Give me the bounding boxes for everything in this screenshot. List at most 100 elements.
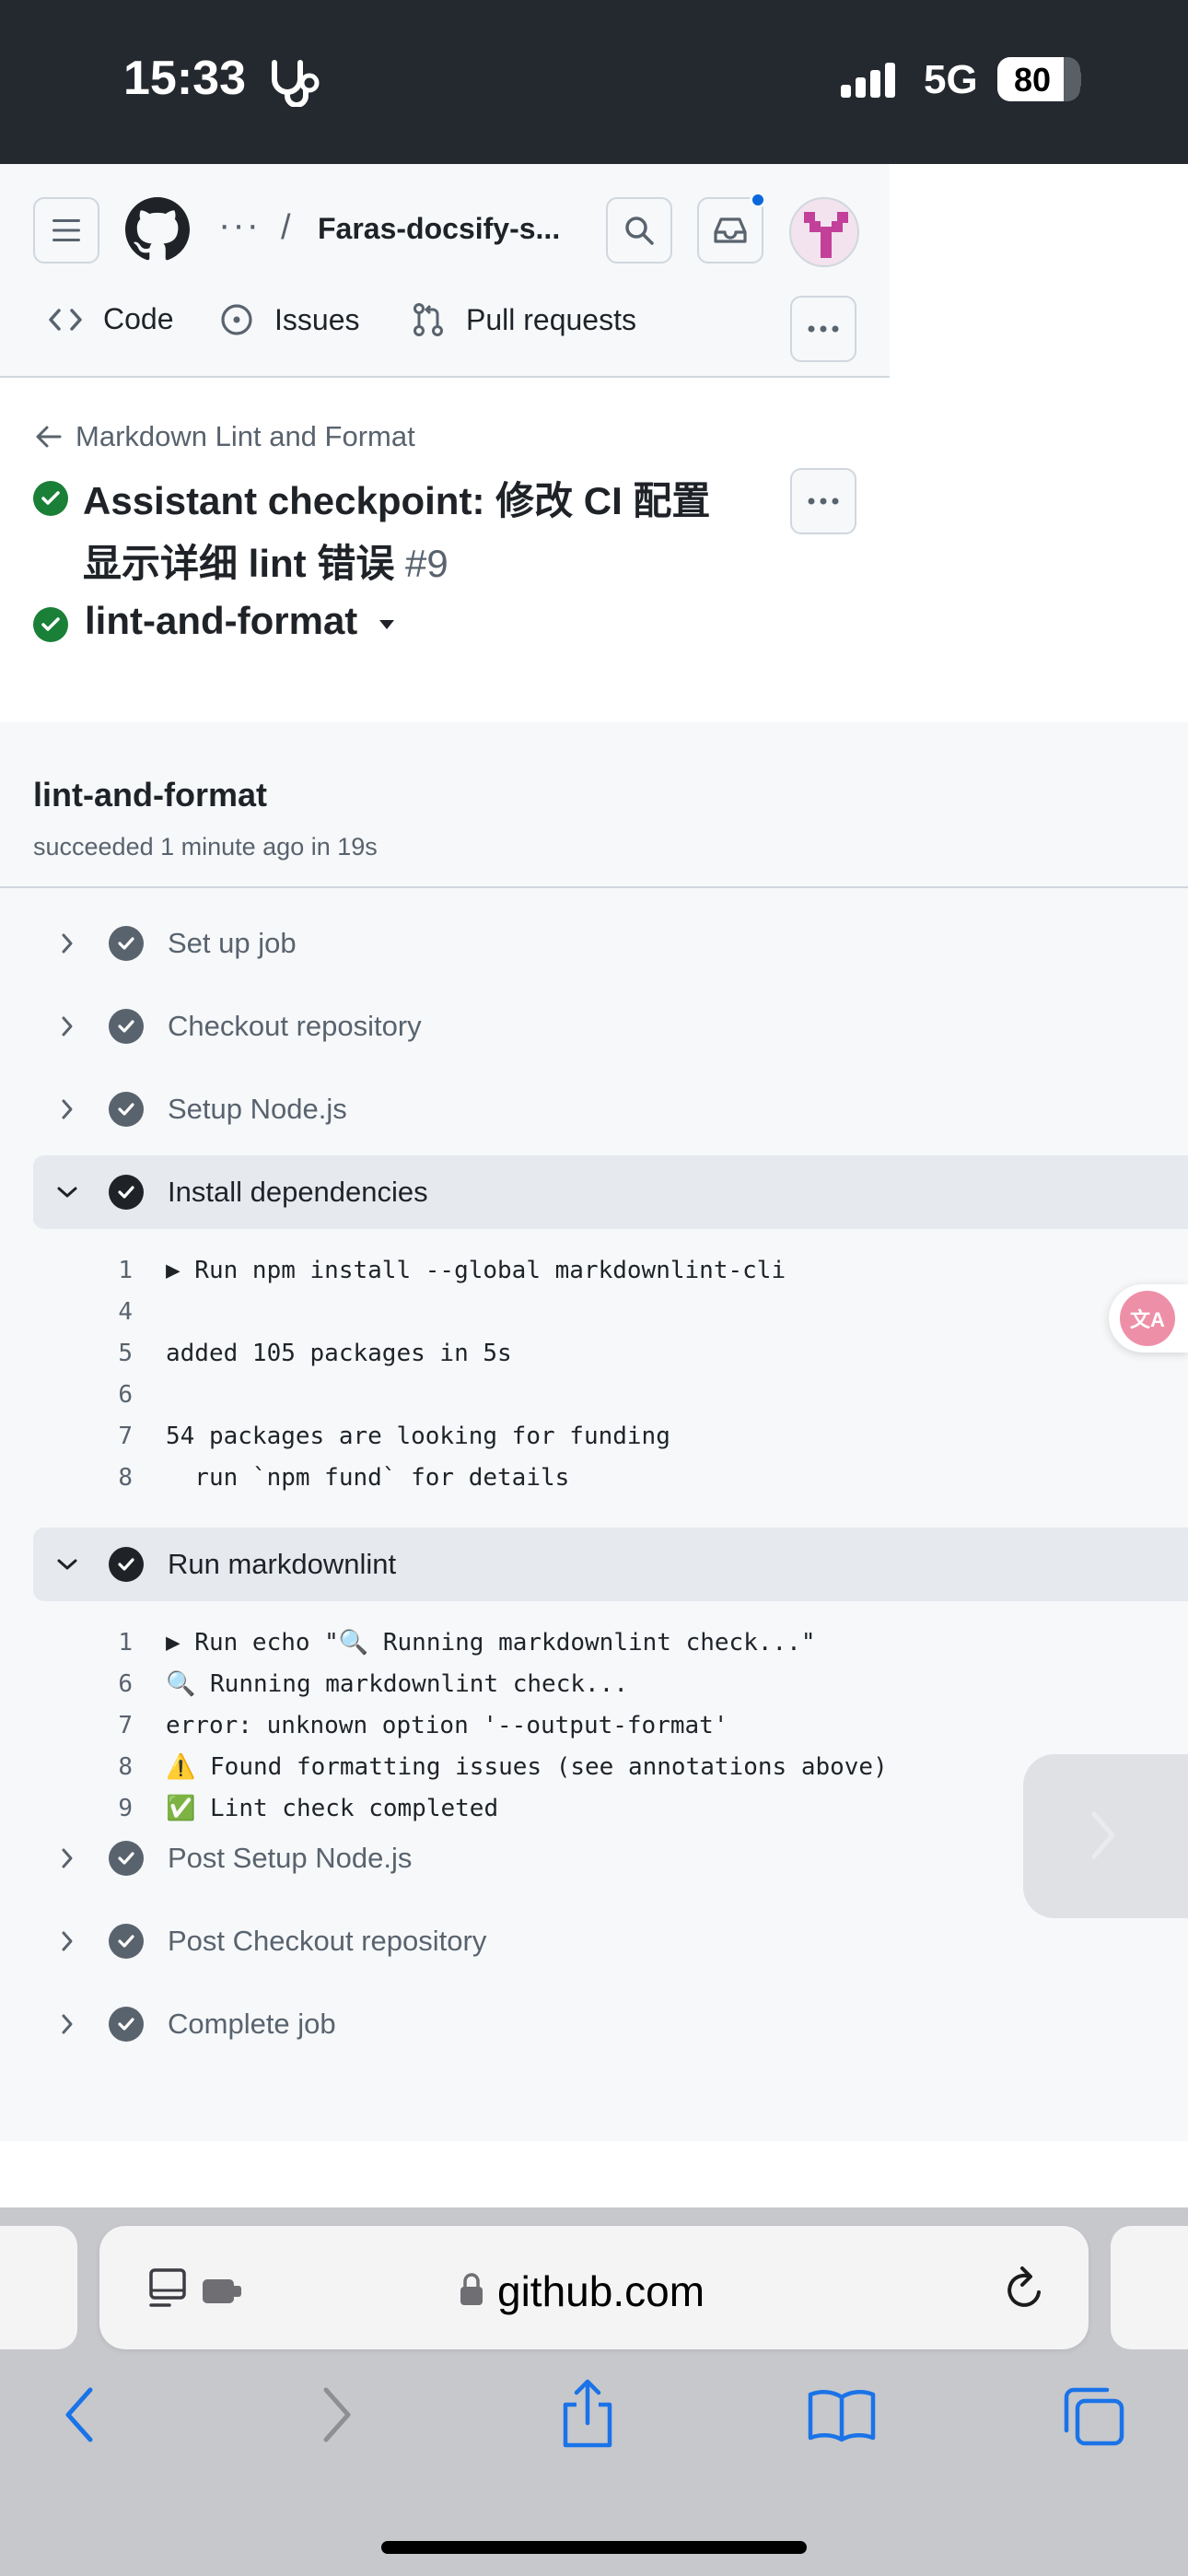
log-line-text: run `npm fund` for details [166,1464,570,1492]
check-circle-icon [109,1092,144,1127]
forward-icon[interactable] [317,2383,357,2447]
battery-percent: 80 [1013,61,1052,99]
breadcrumb-ellipsis[interactable]: ··· [218,205,261,246]
back-link-label: Markdown Lint and Format [76,420,415,452]
reload-icon[interactable] [1002,2263,1048,2314]
step-label: Run markdownlint [168,1548,397,1580]
reader-extensions-icon [149,2268,241,2307]
check-circle-icon [109,2007,144,2042]
caret-down-icon[interactable] [378,619,396,630]
tab-issues-label: Issues [274,302,360,336]
step-complete-job[interactable]: Complete job [33,1987,1188,2061]
log-line-text: error: unknown option '--output-format' [166,1712,728,1739]
battery-icon: 80 [997,57,1080,101]
check-circle-icon [109,1547,144,1582]
step-setup-nodejs[interactable]: Setup Node.js [33,1072,1188,1146]
step-label: Setup Node.js [168,1093,347,1125]
translate-widget[interactable]: 文A [1109,1284,1188,1352]
job-panel: lint-and-format succeeded 1 minute ago i… [0,722,1188,2141]
breadcrumb-separator: / [281,208,291,247]
home-indicator [381,2541,807,2554]
search-icon [625,217,654,245]
step-checkout-repository[interactable]: Checkout repository [33,989,1188,1063]
previous-tab-card[interactable] [0,2226,77,2349]
chevron-right-icon [62,1931,73,1951]
issue-icon [221,304,252,335]
next-tab-card[interactable] [1111,2226,1188,2349]
run-title: Assistant checkpoint: 修改 CI 配置显示详细 lint … [83,470,746,595]
step-install-dependencies[interactable]: Install dependencies [33,1155,1188,1229]
log-line-text: added 105 packages in 5s [166,1340,512,1367]
log-line-text: ▶ Run echo "🔍 Running markdownlint check… [166,1629,816,1657]
step-post-checkout-repository[interactable]: Post Checkout repository [33,1904,1188,1978]
chevron-right-icon [62,1099,73,1119]
chevron-right-icon [1091,1811,1115,1859]
log-line-number: 9 [118,1795,133,1822]
chevron-down-icon [57,1187,77,1198]
chevron-right-icon [62,1016,73,1036]
notification-dot [750,192,766,208]
tab-code[interactable]: Code [48,302,174,336]
back-icon[interactable] [59,2383,99,2447]
floating-next-button[interactable] [1023,1754,1188,1918]
check-circle-icon [109,1009,144,1044]
step-set-up-job[interactable]: Set up job [33,907,1188,980]
address-bar[interactable]: github.com [99,2226,1089,2349]
github-logo-icon[interactable] [125,197,190,262]
log-line-number: 6 [118,1670,133,1698]
translate-icon: 文A [1120,1291,1175,1346]
job-title: lint-and-format [33,776,267,814]
breadcrumb-repo[interactable]: Faras-docsify-s... [318,212,560,246]
step-label: Set up job [168,927,297,959]
job-selector[interactable]: lint-and-format [85,599,357,643]
step-label: Post Checkout repository [168,1925,487,1957]
battery-tip [1076,71,1081,88]
log-line-number: 1 [118,1257,133,1284]
github-header: ··· / Faras-docsify-s... Code Issues Pul… [0,164,890,378]
step-run-markdownlint[interactable]: Run markdownlint [33,1528,1188,1601]
log-line-text: ⚠️ Found formatting issues (see annotati… [166,1753,888,1781]
status-time: 15:33 [123,52,246,105]
log-line-number: 8 [118,1464,133,1492]
run-more-button[interactable] [790,468,856,534]
bookmarks-icon[interactable] [807,2388,877,2443]
menu-button[interactable] [33,197,99,263]
share-icon[interactable] [558,2377,617,2451]
identicon-icon [804,212,848,258]
arrow-left-icon [36,426,62,448]
code-icon [49,308,82,331]
run-number: #9 [405,542,448,585]
url-text: github.com [497,2267,705,2315]
step-label: Install dependencies [168,1176,428,1208]
log-line-number: 8 [118,1753,133,1781]
inbox-icon [714,217,747,243]
back-to-workflow-link[interactable]: Markdown Lint and Format [35,420,415,453]
tab-pull-requests-label: Pull requests [466,302,636,336]
status-bar: 15:33 5G 80 [0,0,1188,164]
chevron-down-icon [57,1559,77,1570]
step-label: Complete job [168,2008,336,2040]
tab-code-label: Code [103,302,174,335]
more-nav-button[interactable] [790,296,856,362]
log-line-number: 5 [118,1340,133,1367]
check-circle-icon [109,1924,144,1959]
step-post-setup-nodejs[interactable]: Post Setup Node.js [33,1821,1188,1895]
hamburger-icon [52,219,80,241]
pull-request-icon [413,303,443,336]
search-button[interactable] [606,197,672,263]
avatar[interactable] [789,197,859,267]
log-line-text: ▶ Run npm install --global markdownlint-… [166,1257,786,1284]
tab-pull-requests[interactable]: Pull requests [411,302,636,337]
step-label: Post Setup Node.js [168,1842,413,1874]
log-line-number: 6 [118,1381,133,1409]
browser-toolbar: github.com [0,2207,1188,2576]
step-label: Checkout repository [168,1010,422,1042]
log-line-number: 4 [118,1298,133,1326]
tab-issues[interactable]: Issues [219,302,359,337]
job-summary: succeeded 1 minute ago in 19s [33,833,378,861]
log-line-text: 54 packages are looking for funding [166,1423,670,1450]
chevron-right-icon [62,1848,73,1868]
tabs-icon[interactable] [1061,2386,1125,2447]
stethoscope-icon [272,60,320,107]
divider [0,886,1188,888]
